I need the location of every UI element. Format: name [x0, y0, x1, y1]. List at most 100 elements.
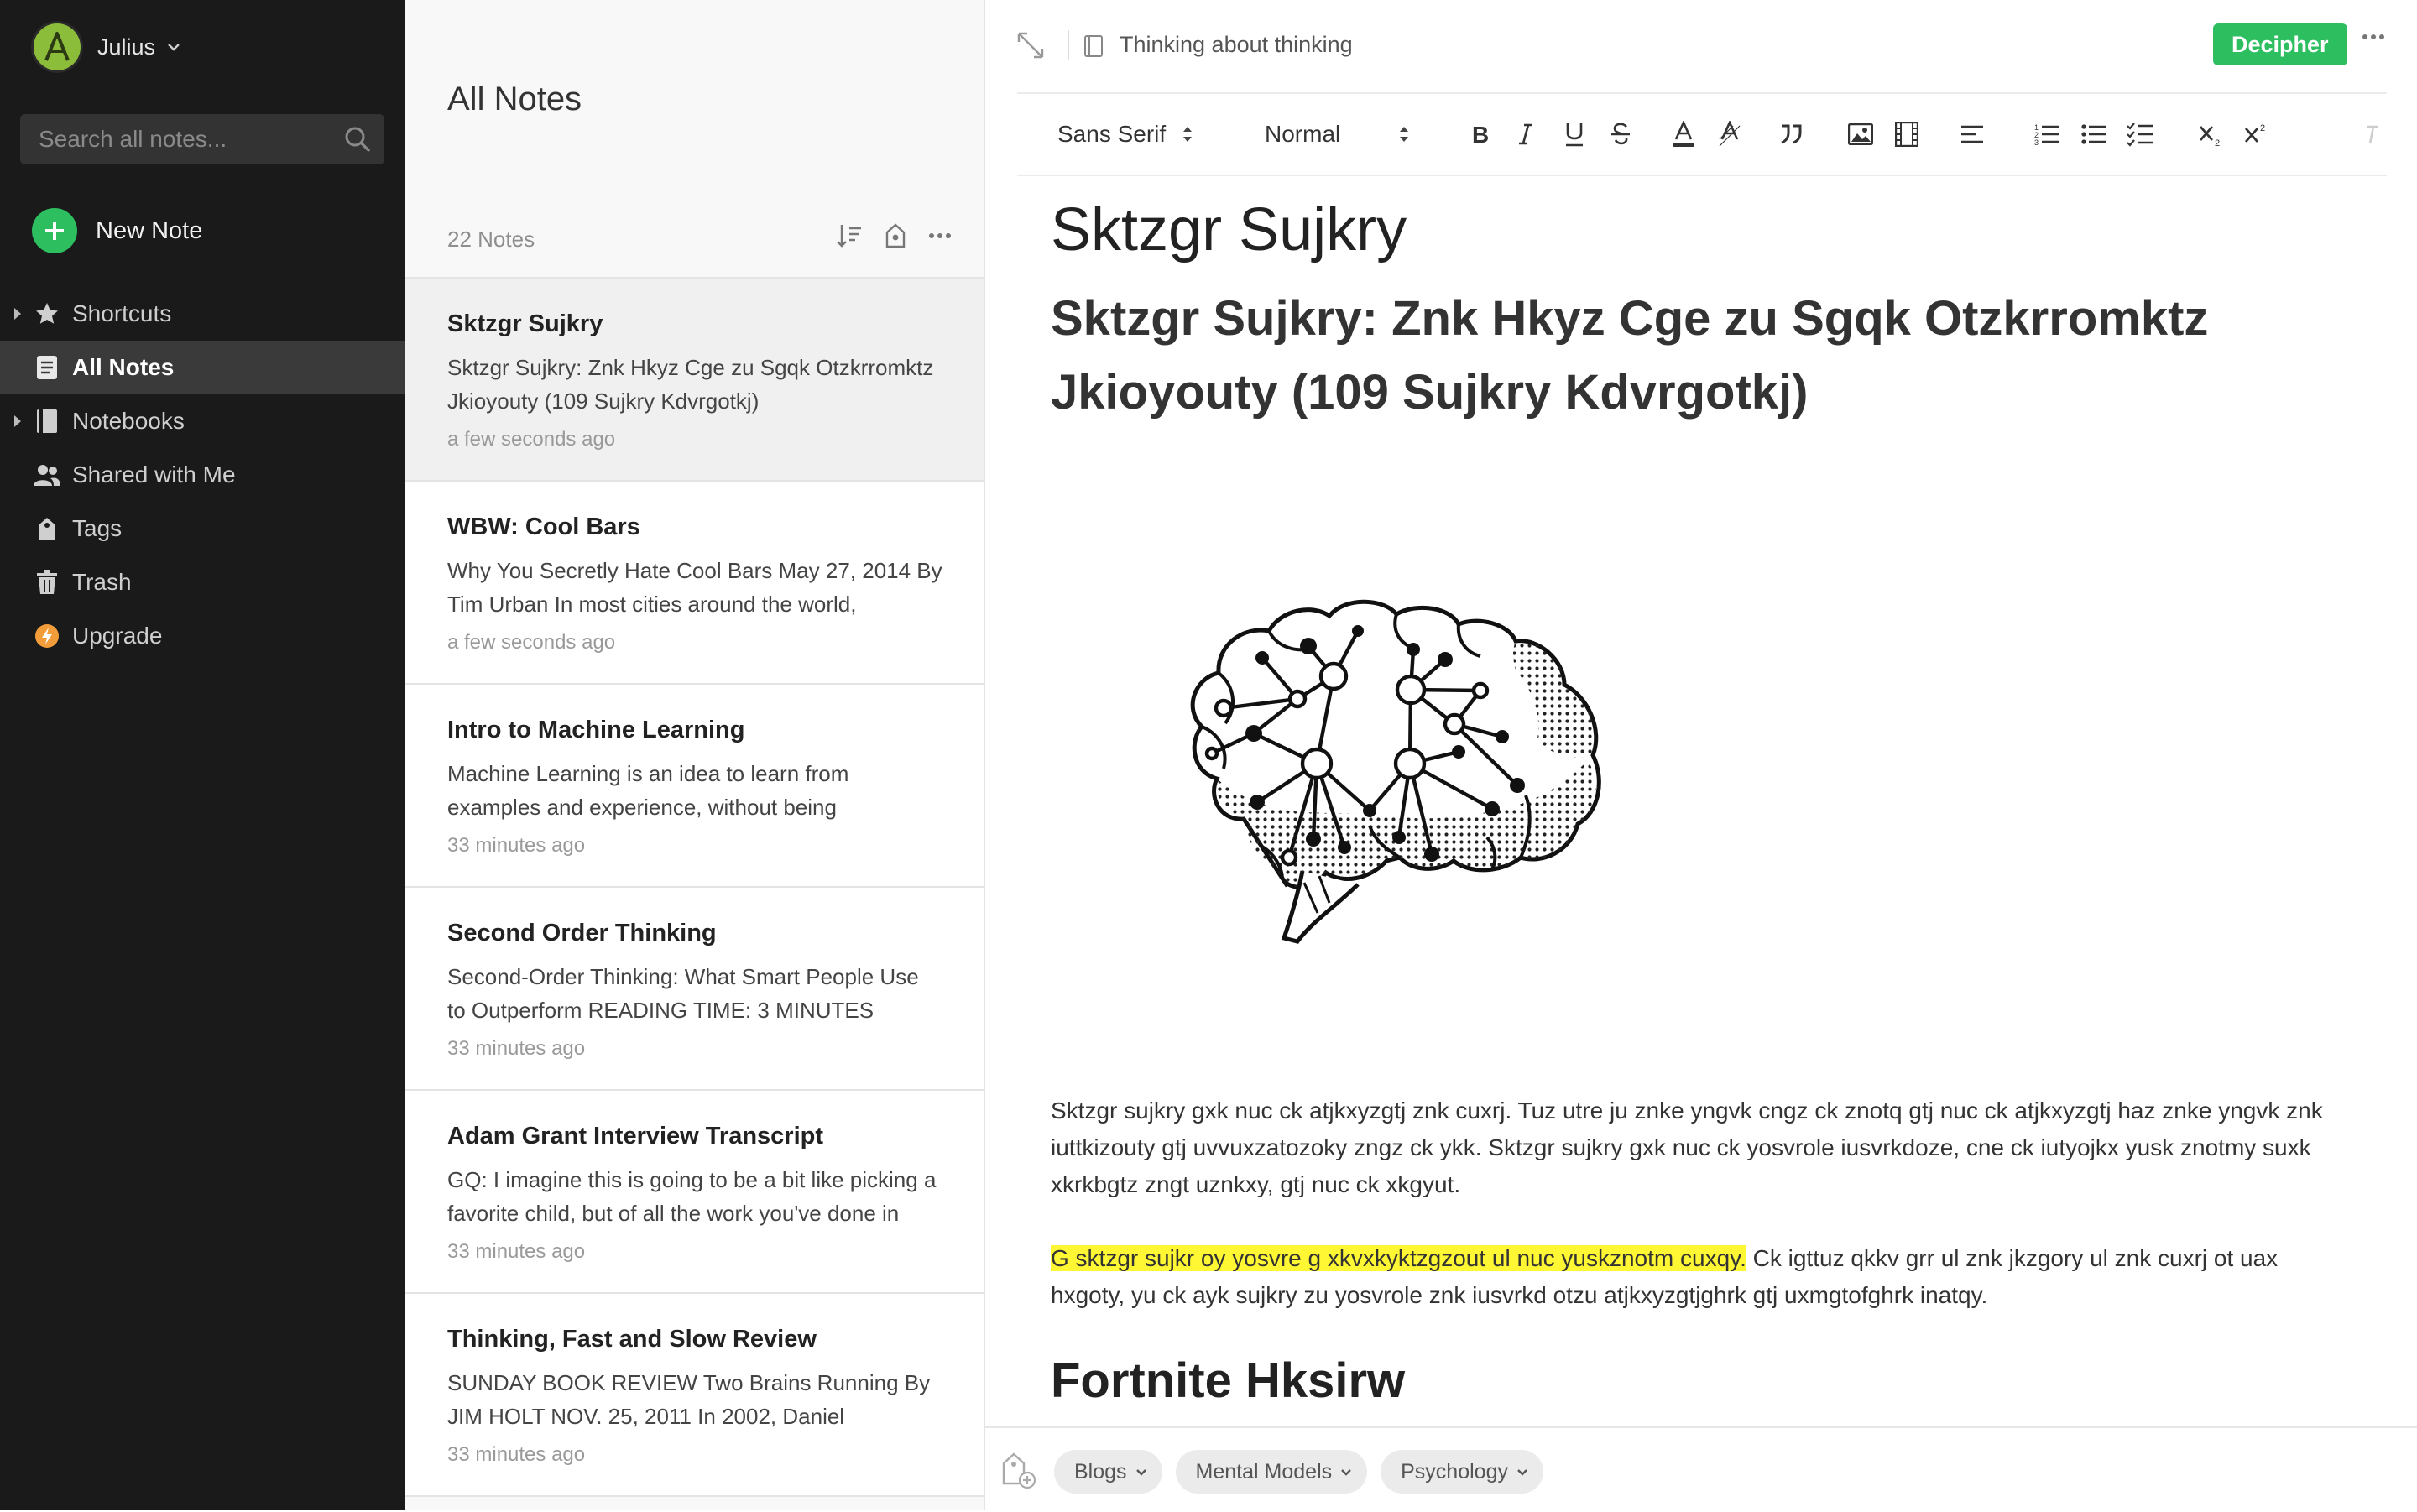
new-note-button[interactable]: New Note: [32, 208, 202, 253]
notebook-name[interactable]: Thinking about thinking: [1120, 32, 1353, 58]
sidebar-item-shortcuts[interactable]: Shortcuts: [0, 287, 405, 341]
section-heading: Fortnite Hksirw: [1051, 1353, 1406, 1399]
sidebar-item-notebooks[interactable]: Notebooks: [0, 394, 405, 448]
note-count: 22 Notes: [447, 227, 535, 252]
more-options-icon[interactable]: [2362, 34, 2385, 40]
tag-list: Blogs Mental Models Psychology: [1054, 1450, 1543, 1494]
quote-icon: [1781, 124, 1802, 144]
add-tag-icon[interactable]: [1000, 1452, 1037, 1490]
note-card[interactable]: WBW: Cool Bars Why You Secretly Hate Coo…: [405, 482, 984, 685]
caret-right-icon[interactable]: [13, 308, 22, 320]
sidebar-item-upgrade[interactable]: Upgrade: [0, 609, 405, 663]
note-snippet: GQ: I imagine this is going to be a bit …: [447, 1167, 937, 1226]
more-options-icon[interactable]: [928, 232, 952, 239]
superscript-button[interactable]: 2: [2244, 94, 2269, 175]
svg-text:3: 3: [2034, 138, 2039, 146]
sidebar-item-label: Upgrade: [72, 623, 163, 649]
chevron-down-icon: [167, 43, 180, 51]
note-card[interactable]: Sktzgr Sujkry Sktzgr Sujkry: Znk Hkyz Cg…: [405, 279, 984, 482]
sidebar-item-trash[interactable]: Trash: [0, 555, 405, 609]
font-size-value: Normal: [1265, 121, 1341, 147]
note-card[interactable]: Intro to Machine Learning Machine Learni…: [405, 685, 984, 888]
note-title: Intro to Machine Learning: [447, 717, 745, 743]
font-size-select[interactable]: Normal: [1265, 94, 1409, 175]
caret-right-icon[interactable]: [13, 415, 22, 427]
tag-label: Blogs: [1074, 1459, 1127, 1483]
superscript-icon: 2: [2244, 123, 2265, 143]
note-timestamp: 33 minutes ago: [447, 834, 586, 857]
bullet-list-icon: [2081, 124, 2106, 144]
clear-format-icon: [2367, 125, 2378, 144]
lightning-icon: [34, 623, 60, 649]
note-list-toolbar: [836, 223, 952, 248]
align-button[interactable]: [1960, 94, 1984, 175]
tag-label: Psychology: [1401, 1459, 1508, 1483]
svg-text:2: 2: [2215, 138, 2220, 147]
note-timestamp: 33 minutes ago: [447, 1443, 586, 1466]
film-icon: [1895, 122, 1918, 147]
updown-icon: [1399, 125, 1409, 143]
note-heading: Sktzgr Sujkry: Znk Hkyz Cge zu Sgqk Otzk…: [1051, 291, 2209, 420]
underline-button[interactable]: [1564, 94, 1584, 175]
chevron-down-icon: [1340, 1468, 1352, 1476]
tag-chip[interactable]: Psychology: [1381, 1450, 1543, 1494]
notebook-icon: [1084, 35, 1103, 57]
format-toolbar: Sans Serif Normal B 1 2 3 2 2: [1017, 92, 2387, 176]
sidebar-item-label: Trash: [72, 569, 132, 595]
note-snippet: Machine Learning is an idea to learn fro…: [447, 761, 849, 820]
numbered-list-button[interactable]: 123: [2034, 94, 2059, 175]
tag-icon: [34, 515, 60, 542]
tag-label: Mental Models: [1195, 1459, 1333, 1483]
chevron-down-icon: [1135, 1468, 1147, 1476]
bullet-list-button[interactable]: [2081, 94, 2106, 175]
tag-bar: Blogs Mental Models Psychology: [985, 1426, 2417, 1512]
note-title: Thinking, Fast and Slow Review: [447, 1326, 817, 1353]
search-input[interactable]: [20, 125, 343, 154]
note-card[interactable]: Thinking, Fast and Slow Review SUNDAY BO…: [405, 1294, 984, 1497]
checklist-button[interactable]: [2127, 94, 2153, 175]
note-title: Adam Grant Interview Transcript: [447, 1123, 824, 1150]
note-title: WBW: Cool Bars: [447, 514, 640, 540]
sidebar-item-tags[interactable]: Tags: [0, 502, 405, 555]
insert-video-button[interactable]: [1895, 94, 1918, 175]
expand-icon[interactable]: [1015, 30, 1046, 60]
trash-icon: [34, 569, 60, 596]
paragraph: Sktzgr sujkry gxk nuc ck atjkxyzgtj znk …: [1051, 1098, 2323, 1197]
sort-icon[interactable]: [836, 223, 863, 248]
note-snippet: Second-Order Thinking: What Smart People…: [447, 964, 919, 1023]
sidebar-item-shared[interactable]: Shared with Me: [0, 448, 405, 502]
account-menu[interactable]: Julius: [34, 22, 180, 72]
sidebar-item-label: Tags: [72, 515, 123, 541]
sidebar-item-label: Shortcuts: [72, 300, 172, 326]
insert-image-button[interactable]: [1848, 94, 1873, 175]
note-title: Second Order Thinking: [447, 920, 717, 946]
quote-button[interactable]: [1779, 94, 1803, 175]
reminder-icon[interactable]: [885, 223, 906, 248]
italic-button[interactable]: [1517, 94, 1534, 175]
note-list-panel: All Notes 22 Notes Sktzgr Sujkry Sktzgr …: [405, 0, 985, 1510]
tag-chip[interactable]: Blogs: [1054, 1450, 1162, 1494]
avatar: [34, 23, 81, 70]
note-body[interactable]: Sktzgr Sujkry Sktzgr Sujkry: Znk Hkyz Cg…: [1051, 181, 2357, 1398]
sidebar-item-all-notes[interactable]: All Notes: [0, 341, 405, 394]
note-card[interactable]: Adam Grant Interview Transcript GQ: I im…: [405, 1091, 984, 1294]
clear-format-button[interactable]: [2363, 94, 2380, 175]
decipher-button[interactable]: Decipher: [2213, 23, 2347, 65]
people-icon: [34, 461, 60, 488]
font-family-select[interactable]: Sans Serif: [1057, 94, 1193, 175]
note-title-field[interactable]: Sktzgr Sujkry: [1051, 181, 2357, 270]
bold-button[interactable]: B: [1470, 94, 1490, 175]
highlight-button[interactable]: [1717, 94, 1742, 175]
strikethrough-button[interactable]: [1610, 94, 1631, 175]
note-card[interactable]: Second Order Thinking Second-Order Think…: [405, 888, 984, 1091]
subscript-button[interactable]: 2: [2199, 94, 2224, 175]
avatar-letter-icon: [44, 32, 70, 61]
sidebar-item-label: Shared with Me: [72, 461, 236, 487]
notebook-icon: [34, 408, 60, 435]
sidebar: Julius New Note Shortcuts All Notes: [0, 0, 405, 1510]
text-color-button[interactable]: [1672, 94, 1695, 175]
divider: [1068, 30, 1069, 60]
tag-chip[interactable]: Mental Models: [1175, 1450, 1368, 1494]
brain-network-illustration: [1118, 544, 2357, 946]
search-icon[interactable]: [343, 125, 372, 154]
